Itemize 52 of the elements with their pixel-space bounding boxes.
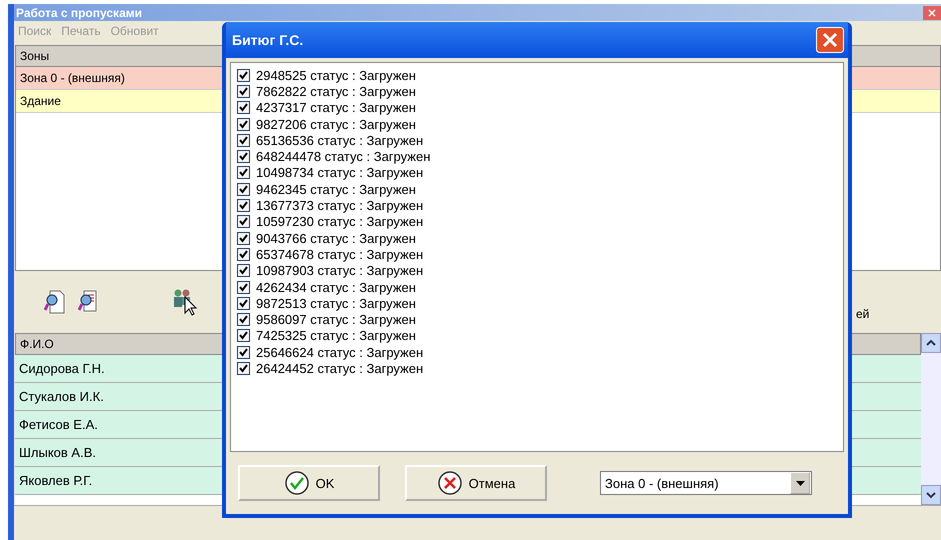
dropdown-arrow-icon[interactable]: [796, 480, 804, 486]
cancel-button[interactable]: Отмена: [405, 465, 547, 501]
checkbox[interactable]: [237, 280, 250, 294]
scroll-up-icon[interactable]: [921, 333, 941, 353]
list-item[interactable]: 648244478 статус : Загружен: [256, 149, 430, 164]
toolbar-label: ей: [856, 307, 870, 321]
list-item[interactable]: 4237317 статус : Загружен: [256, 100, 416, 116]
list-item[interactable]: 9043766 статус : Загружен: [256, 230, 416, 246]
checkbox[interactable]: [237, 215, 250, 228]
scroll-down-icon[interactable]: [921, 485, 941, 505]
checkbox[interactable]: [237, 346, 250, 359]
list-item[interactable]: 13677373 статус : Загружен: [256, 198, 424, 214]
checkbox[interactable]: [237, 199, 250, 212]
checkbox[interactable]: [237, 150, 250, 164]
list-item[interactable]: 65374678 статус : Загружен: [256, 246, 424, 262]
list-item[interactable]: 7862822 статус : Загружен: [256, 84, 416, 99]
list-item[interactable]: 10597230 статус : Загружен: [256, 214, 424, 230]
checkbox[interactable]: [237, 84, 250, 98]
list-item[interactable]: 65136536 статус : Загружен: [256, 132, 424, 148]
list-item[interactable]: 9586097 статус : Загружен: [256, 312, 416, 328]
checkbox[interactable]: [237, 68, 250, 82]
close-icon[interactable]: [816, 27, 844, 53]
checkbox[interactable]: [237, 296, 250, 310]
close-icon[interactable]: [923, 6, 941, 20]
list-item[interactable]: 10987903 статус : Загружен: [256, 263, 424, 278]
list-item[interactable]: 4262434 статус : Загружен: [256, 280, 416, 294]
window-title: Работа с пропусками: [16, 6, 142, 20]
checkbox[interactable]: [237, 232, 250, 245]
list-item[interactable]: 9827206 статус : Загружен: [256, 116, 416, 132]
ok-button[interactable]: OK: [238, 465, 380, 501]
list-item[interactable]: 26424452 статус : Загружен: [256, 360, 424, 376]
checkbox[interactable]: [237, 134, 250, 147]
cross-icon: [436, 470, 463, 496]
dialog-title: Битюг Г.С.: [232, 32, 304, 48]
checkbox[interactable]: [237, 313, 250, 326]
zone-dropdown[interactable]: Зона 0 - (внешняя): [600, 471, 812, 495]
checkbox[interactable]: [237, 118, 250, 131]
list-item[interactable]: 9462345 статус : Загружен: [256, 182, 416, 197]
list-item[interactable]: 2948525 статус : Загружен: [256, 68, 416, 83]
search-page-icon[interactable]: [44, 290, 66, 314]
checkbox[interactable]: [237, 264, 250, 278]
checkbox[interactable]: [237, 362, 250, 375]
check-icon: [284, 470, 310, 496]
checkbox[interactable]: [237, 101, 250, 114]
checkbox[interactable]: [237, 248, 250, 261]
list-item[interactable]: 10498734 статус : Загружен: [256, 165, 424, 180]
checkbox[interactable]: [237, 182, 250, 196]
scrollbar[interactable]: [921, 333, 941, 505]
people-cursor-icon[interactable]: [172, 287, 198, 317]
checkbox[interactable]: [237, 166, 250, 180]
list-item[interactable]: 9872513 статус : Загружен: [256, 296, 416, 311]
checkbox[interactable]: [237, 329, 250, 342]
